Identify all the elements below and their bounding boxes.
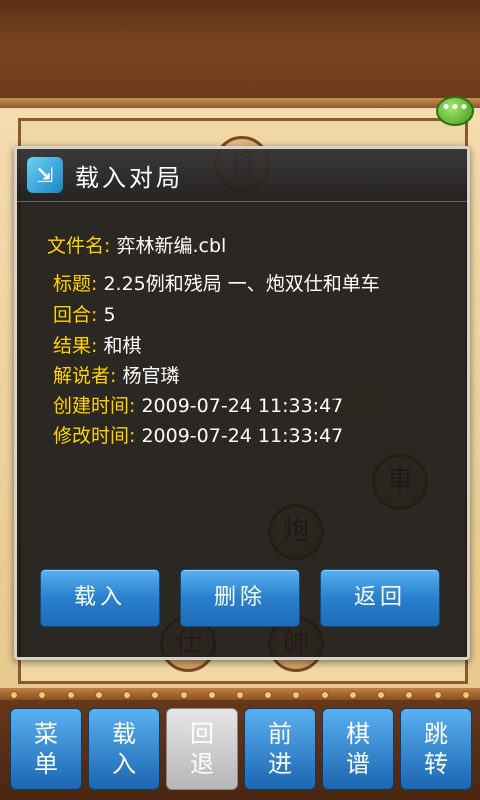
river-text: 汉界	[330, 388, 386, 416]
created-label: 创建时间:	[53, 395, 136, 417]
top-wood-frame	[0, 0, 480, 109]
toolbar-undo-button[interactable]: 回 退	[166, 708, 238, 790]
chat-bubble-icon[interactable]: •••	[436, 96, 474, 126]
modified-label: 修改时间:	[53, 425, 136, 447]
load-game-dialog: ⇲ 载入对局 文件名: 弈林新编.cbl 标题: 2.25例和残局 一、炮双仕和…	[14, 146, 470, 660]
toolbar-label-top: 棋	[346, 720, 370, 748]
result-row: 结果: 和棋	[53, 331, 141, 358]
toolbar-label-bottom: 谱	[346, 750, 370, 778]
result-value: 和棋	[103, 335, 142, 357]
bottom-rivets	[0, 690, 480, 699]
title-row: 标题: 2.25例和残局 一、炮双仕和单车	[53, 269, 380, 296]
filename-label: 文件名:	[47, 235, 111, 257]
title-value: 2.25例和残局 一、炮双仕和单车	[103, 273, 380, 295]
load-file-icon: ⇲	[27, 157, 63, 193]
load-button[interactable]: 载入	[40, 569, 160, 627]
toolbar-label-top: 跳	[424, 720, 448, 748]
toolbar-label-bottom: 入	[112, 750, 136, 778]
toolbar-label-top: 前	[268, 720, 292, 748]
commentator-row: 解说者: 杨官璘	[53, 361, 179, 388]
modified-row: 修改时间: 2009-07-24 11:33:47	[53, 421, 343, 448]
toolbar-jump-button[interactable]: 跳 转	[400, 708, 472, 790]
title-label: 标题:	[53, 273, 98, 295]
dialog-header: ⇲ 载入对局	[17, 149, 467, 202]
toolbar-label-bottom: 退	[190, 750, 214, 778]
toolbar-label-bottom: 进	[268, 750, 292, 778]
toolbar-menu-button[interactable]: 菜 单	[10, 708, 82, 790]
filename-row: 文件名: 弈林新编.cbl	[47, 231, 226, 258]
toolbar-label-bottom: 转	[424, 750, 448, 778]
rounds-value: 5	[103, 304, 116, 326]
toolbar-label-top: 菜	[34, 720, 58, 748]
back-button[interactable]: 返回	[320, 569, 440, 627]
rounds-label: 回合:	[53, 304, 98, 326]
created-value: 2009-07-24 11:33:47	[141, 395, 344, 417]
commentator-value: 杨官璘	[122, 365, 180, 387]
rounds-row: 回合: 5	[53, 300, 116, 327]
dialog-title: 载入对局	[75, 163, 183, 192]
filename-value: 弈林新编.cbl	[116, 235, 227, 257]
toolbar-label-bottom: 单	[34, 750, 58, 778]
toolbar-label-top: 载	[112, 720, 136, 748]
toolbar-label-top: 回	[190, 720, 214, 748]
toolbar-load-button[interactable]: 载 入	[88, 708, 160, 790]
toolbar-record-button[interactable]: 棋 谱	[322, 708, 394, 790]
created-row: 创建时间: 2009-07-24 11:33:47	[53, 391, 343, 418]
result-label: 结果:	[53, 335, 98, 357]
delete-button[interactable]: 删除	[180, 569, 300, 627]
commentator-label: 解说者:	[53, 365, 117, 387]
toolbar-forward-button[interactable]: 前 进	[244, 708, 316, 790]
top-rivets	[0, 100, 480, 109]
modified-value: 2009-07-24 11:33:47	[141, 425, 344, 447]
